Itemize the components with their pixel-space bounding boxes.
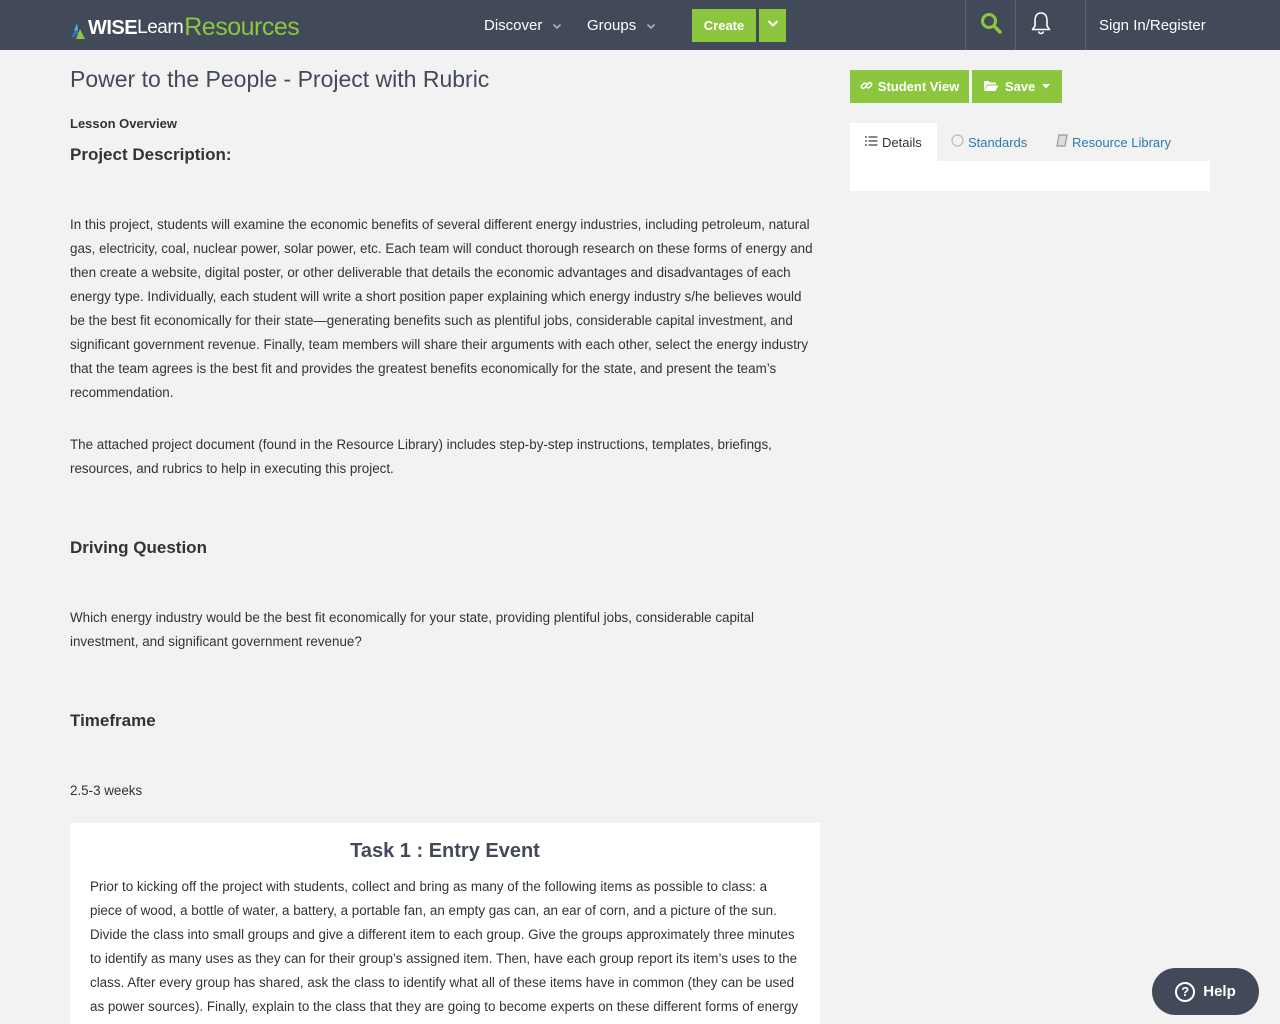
create-button[interactable]: Create [692, 9, 756, 42]
help-button[interactable]: ? Help [1152, 968, 1259, 1015]
save-label: Save [1004, 79, 1036, 94]
driving-question-text: Which energy industry would be the best … [70, 610, 755, 649]
link-icon [860, 79, 873, 95]
bell-icon [1030, 11, 1052, 40]
details-tab-panel [850, 161, 1210, 191]
tab-standards[interactable]: Standards [951, 123, 1027, 161]
logo-resources-text: Resources [184, 13, 300, 41]
driving-question-heading: Driving Question [70, 538, 207, 557]
logo-wise-text: WISE [88, 17, 138, 39]
question-circle-icon: ? [1175, 981, 1196, 1002]
caret-down-icon [1041, 79, 1051, 94]
sidebar-tabs: Details Standards Resource Library [850, 123, 1210, 161]
tab-details[interactable]: Details [850, 123, 937, 161]
save-button[interactable]: Save [972, 70, 1062, 103]
student-view-button[interactable]: Student View [850, 70, 969, 103]
task-card: Task 1 : Entry Event Prior to kicking of… [70, 823, 820, 1024]
nav-groups[interactable]: Groups [587, 0, 657, 50]
project-description-heading: Project Description: [70, 145, 232, 164]
tab-standards-label: Standards [968, 134, 1028, 150]
logo-learn-text: Learn [137, 17, 184, 38]
chevron-down-icon [551, 19, 563, 31]
notifications-button[interactable] [1016, 0, 1065, 50]
nav-divider [1085, 0, 1086, 50]
book-icon [1056, 134, 1068, 150]
nav-discover[interactable]: Discover [484, 0, 563, 50]
list-icon [865, 135, 878, 150]
page-title: Power to the People - Project with Rubri… [70, 66, 490, 92]
timeframe-heading: Timeframe [70, 711, 156, 730]
chevron-down-icon [645, 19, 657, 31]
project-document-paragraph: The attached project document (found in … [70, 437, 772, 476]
search-button[interactable] [966, 0, 1015, 50]
create-dropdown-button[interactable] [759, 9, 786, 42]
logo-mark-icon [70, 18, 86, 40]
nav-discover-label: Discover [484, 16, 543, 34]
circle-icon [951, 134, 964, 150]
tab-resource-library-label: Resource Library [1072, 134, 1171, 150]
sign-in-register-link[interactable]: Sign In/Register [1099, 0, 1206, 50]
project-description-paragraph: In this project, students will examine t… [70, 217, 813, 400]
nav-groups-label: Groups [587, 16, 637, 34]
lesson-overview-label: Lesson Overview [70, 116, 177, 131]
chevron-down-icon [766, 16, 780, 35]
task-description: Prior to kicking off the project with st… [90, 879, 799, 1024]
tab-details-label: Details [882, 134, 922, 150]
tab-resource-library[interactable]: Resource Library [1056, 123, 1171, 161]
top-nav-bar: WISE Learn Resources Discover Groups Cre… [0, 0, 1280, 50]
site-logo[interactable]: WISE Learn Resources [70, 10, 300, 41]
folder-open-icon [983, 79, 999, 95]
student-view-label: Student View [877, 79, 960, 94]
timeframe-text: 2.5-3 weeks [70, 783, 143, 798]
task-title: Task 1 : Entry Event [350, 840, 540, 862]
help-label: Help [1203, 983, 1236, 1000]
search-icon [980, 12, 1002, 39]
